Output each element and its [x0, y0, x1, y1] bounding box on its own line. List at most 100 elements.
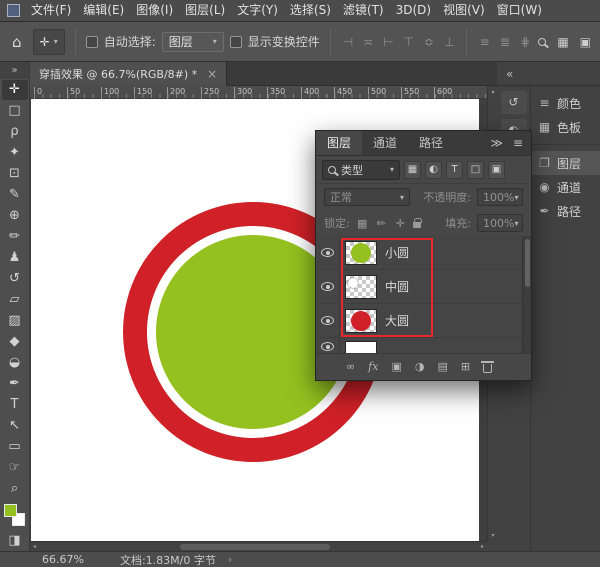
- align-left-edges-icon[interactable]: ⊣: [341, 35, 355, 49]
- visibility-toggle[interactable]: [316, 236, 340, 269]
- horizontal-scrollbar[interactable]: ◂ ▸: [30, 541, 487, 551]
- panel-overflow-icon[interactable]: ≫: [490, 136, 503, 150]
- tool-history-brush[interactable]: ↺: [2, 269, 28, 289]
- new-layer-icon[interactable]: ⊞: [461, 360, 470, 373]
- filter-smart-objects-icon[interactable]: ▣: [488, 161, 505, 179]
- lock-all-icon[interactable]: [413, 222, 421, 228]
- visibility-toggle[interactable]: [316, 304, 340, 337]
- menu-filter[interactable]: 滤镜(T): [337, 0, 390, 22]
- filter-shape-layers-icon[interactable]: □: [467, 161, 484, 179]
- tool-zoom[interactable]: ⌕: [2, 479, 28, 499]
- fill-dropdown[interactable]: 100% ▾: [477, 214, 523, 232]
- tool-lasso[interactable]: ρ: [2, 122, 28, 142]
- tool-blur[interactable]: ◆: [2, 332, 28, 352]
- quick-mask-button[interactable]: ◨: [2, 531, 28, 551]
- tool-healing-brush[interactable]: ⊕: [2, 206, 28, 226]
- tool-type[interactable]: T: [2, 395, 28, 415]
- lock-position-icon[interactable]: ✛: [394, 217, 407, 230]
- layer-list-scrollbar[interactable]: [522, 236, 531, 353]
- align-horizontal-centers-icon[interactable]: ≍: [361, 35, 375, 49]
- menu-select[interactable]: 选择(S): [284, 0, 337, 22]
- distribute-spacing-icon[interactable]: ⋕: [518, 35, 532, 49]
- tool-rectangular-marquee[interactable]: □: [2, 101, 28, 121]
- workspace-switcher-icon[interactable]: ▦: [557, 35, 568, 49]
- menu-layer[interactable]: 图层(L): [179, 0, 231, 22]
- close-icon[interactable]: ×: [207, 67, 217, 81]
- auto-select-dropdown[interactable]: 图层 ▾: [162, 32, 224, 52]
- tab-paths[interactable]: 路径: [408, 131, 454, 155]
- distribute-vertical-icon[interactable]: ≣: [498, 35, 512, 49]
- auto-select-checkbox[interactable]: [86, 36, 98, 48]
- zoom-level[interactable]: 66.67%: [42, 553, 84, 566]
- tool-eraser[interactable]: ▱: [2, 290, 28, 310]
- tab-channels[interactable]: 通道: [362, 131, 408, 155]
- tool-rectangle-shape[interactable]: ▭: [2, 437, 28, 457]
- layer-name[interactable]: 大圆: [385, 312, 409, 329]
- menu-file[interactable]: 文件(F): [25, 0, 77, 22]
- scroll-thumb[interactable]: [525, 239, 530, 287]
- scroll-left-icon[interactable]: ◂: [33, 543, 36, 550]
- scroll-right-icon[interactable]: ▸: [481, 543, 484, 550]
- lock-transparent-pixels-icon[interactable]: ▦: [356, 217, 369, 230]
- toolbar-collapse-button[interactable]: »: [0, 62, 29, 79]
- menu-edit[interactable]: 编辑(E): [77, 0, 130, 22]
- tool-dodge[interactable]: ◒: [2, 353, 28, 373]
- visibility-toggle[interactable]: [316, 270, 340, 303]
- search-icon[interactable]: [538, 38, 546, 46]
- current-tool-button[interactable]: ✛ ▾: [33, 29, 65, 55]
- layer-name[interactable]: 小圆: [385, 244, 409, 261]
- color-swatches[interactable]: [2, 503, 28, 530]
- layer-name[interactable]: 中圆: [385, 278, 409, 295]
- new-group-icon[interactable]: ▤: [437, 360, 447, 373]
- tool-gradient[interactable]: ▨: [2, 311, 28, 331]
- align-bottom-edges-icon[interactable]: ⊥: [442, 35, 456, 49]
- status-chevron-icon[interactable]: ›: [228, 553, 232, 566]
- layer-thumbnail[interactable]: [346, 310, 376, 332]
- layer-row-partial[interactable]: [316, 338, 531, 354]
- blend-mode-dropdown[interactable]: 正常 ▾: [324, 188, 410, 206]
- tool-path-selection[interactable]: ↖: [2, 416, 28, 436]
- layer-row-small-circle[interactable]: 小圆: [316, 236, 531, 270]
- menu-3d[interactable]: 3D(D): [390, 0, 437, 22]
- dock-item-layers[interactable]: ❐ 图层: [531, 151, 600, 175]
- menu-type[interactable]: 文字(Y): [231, 0, 284, 22]
- dock-item-color[interactable]: ≡ 颜色: [531, 91, 600, 115]
- layer-row-big-circle[interactable]: 大圆: [316, 304, 531, 338]
- tool-move[interactable]: ✛: [2, 80, 28, 100]
- filter-type-dropdown[interactable]: 类型 ▾: [322, 160, 400, 180]
- horizontal-scroll-thumb[interactable]: [180, 544, 330, 550]
- menu-view[interactable]: 视图(V): [437, 0, 491, 22]
- menu-image[interactable]: 图像(I): [130, 0, 179, 22]
- tab-layers[interactable]: 图层: [316, 131, 362, 155]
- layer-mask-icon[interactable]: ▣: [391, 360, 401, 373]
- tool-hand[interactable]: ☞: [2, 458, 28, 478]
- dock-item-swatches[interactable]: ▦ 色板: [531, 115, 600, 139]
- show-transform-checkbox[interactable]: [230, 36, 242, 48]
- document-tab[interactable]: 穿插效果 @ 66.7%(RGB/8#) * ×: [30, 62, 227, 86]
- layer-row-middle-circle[interactable]: 中圆: [316, 270, 531, 304]
- visibility-toggle[interactable]: [316, 338, 340, 354]
- dock-collapse-button[interactable]: «: [497, 62, 600, 86]
- align-right-edges-icon[interactable]: ⊢: [381, 35, 395, 49]
- layer-effects-icon[interactable]: fx: [368, 360, 378, 373]
- filter-pixel-layers-icon[interactable]: ▦: [404, 161, 421, 179]
- link-layers-icon[interactable]: ∞: [346, 360, 355, 373]
- tool-clone-stamp[interactable]: ♟: [2, 248, 28, 268]
- lock-image-pixels-icon[interactable]: ✏: [375, 217, 388, 230]
- filter-type-layers-icon[interactable]: T: [446, 161, 463, 179]
- tool-brush[interactable]: ✏: [2, 227, 28, 247]
- delete-layer-icon[interactable]: [483, 364, 492, 373]
- layer-thumbnail[interactable]: [346, 276, 376, 298]
- filter-adjustment-layers-icon[interactable]: ◐: [425, 161, 442, 179]
- distribute-horizontal-icon[interactable]: ≡: [477, 35, 491, 49]
- tool-eyedropper[interactable]: ✎: [2, 185, 28, 205]
- opacity-dropdown[interactable]: 100% ▾: [477, 188, 523, 206]
- arrange-documents-icon[interactable]: ▣: [580, 35, 591, 49]
- history-panel-icon[interactable]: ↺: [501, 91, 527, 114]
- layer-thumbnail[interactable]: [346, 242, 376, 264]
- tool-crop[interactable]: ⊡: [2, 164, 28, 184]
- home-icon[interactable]: ⌂: [7, 33, 27, 51]
- tool-pen[interactable]: ✒: [2, 374, 28, 394]
- layer-thumbnail[interactable]: [346, 342, 376, 354]
- menu-window[interactable]: 窗口(W): [491, 0, 548, 22]
